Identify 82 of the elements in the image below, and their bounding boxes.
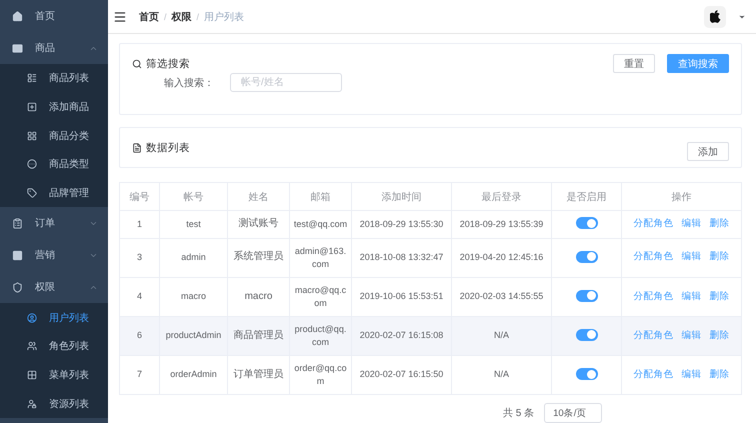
grid-icon bbox=[27, 130, 37, 141]
breadcrumb-separator: / bbox=[164, 12, 167, 22]
sidebar-subitem[interactable]: 添加商品 bbox=[0, 92, 108, 122]
table-cell: 订单管理员 bbox=[228, 355, 290, 394]
table-cell: test@qq.com bbox=[290, 210, 352, 238]
add-button[interactable]: 添加 bbox=[687, 142, 729, 162]
column-header: 编号 bbox=[120, 182, 160, 211]
table-cell: admin bbox=[160, 238, 228, 278]
table-cell: test bbox=[160, 210, 228, 238]
sidebar-item[interactable]: 营销 bbox=[0, 239, 108, 272]
table-cell: 系统管理员 bbox=[228, 238, 290, 278]
field-label: 输入搜索： bbox=[164, 76, 214, 90]
clipboard-icon bbox=[12, 218, 23, 229]
sidebar-subitem[interactable]: 品牌管理 bbox=[0, 178, 108, 208]
enable-switch[interactable] bbox=[576, 328, 598, 341]
table-cell: N/A bbox=[452, 355, 552, 394]
card-title: 筛选搜索 bbox=[146, 56, 190, 71]
enable-switch[interactable] bbox=[576, 250, 598, 263]
sidebar-item[interactable]: 商品 bbox=[0, 32, 108, 64]
breadcrumb-separator: / bbox=[196, 12, 200, 22]
table-cell: 商品管理员 bbox=[228, 316, 290, 356]
page-size-select[interactable]: 10条/页 bbox=[544, 403, 602, 423]
sidebar-subitem[interactable]: 角色列表 bbox=[0, 332, 108, 361]
list-icon bbox=[27, 73, 37, 84]
table-cell: orderAdmin bbox=[160, 355, 228, 394]
table-cell: productAdmin bbox=[160, 316, 228, 356]
home-icon bbox=[12, 10, 23, 22]
table-cell: 2020-02-03 14:55:55 bbox=[452, 277, 552, 316]
breadcrumb-item[interactable]: 首页 bbox=[139, 10, 159, 24]
apple-icon bbox=[710, 10, 720, 24]
table-cell: admin@163.com bbox=[290, 238, 352, 278]
table-cell: macro@qq.com bbox=[290, 277, 352, 316]
menu-icon[interactable] bbox=[113, 10, 127, 24]
table-cell: 2018-09-29 13:55:39 bbox=[452, 210, 552, 238]
table-cell: 3 bbox=[120, 238, 160, 278]
sidebar-subitem[interactable]: 商品分类 bbox=[0, 121, 108, 150]
table-cell: 1 bbox=[120, 210, 160, 238]
grid-icon bbox=[27, 370, 37, 380]
table-cell: macro bbox=[160, 277, 228, 316]
breadcrumb-item: 用户列表 bbox=[204, 10, 244, 24]
table-cell: 7 bbox=[120, 355, 160, 394]
sidebar-item[interactable]: 订单 bbox=[0, 207, 108, 240]
shield-icon bbox=[12, 282, 23, 293]
plus-square-icon bbox=[27, 102, 37, 112]
search-icon bbox=[132, 58, 142, 69]
table-cell: 2018-10-08 13:32:47 bbox=[352, 238, 452, 278]
sidebar-subitem[interactable]: 资源列表 bbox=[0, 390, 108, 418]
enable-switch[interactable] bbox=[576, 290, 598, 302]
square-icon bbox=[12, 250, 23, 261]
table-cell: order@qq.com bbox=[290, 355, 352, 394]
total-count: 共 5 条 bbox=[503, 406, 534, 420]
sidebar-subitem[interactable]: 菜单列表 bbox=[0, 360, 108, 390]
table-cell: macro bbox=[228, 277, 290, 316]
reset-button[interactable]: 重置 bbox=[613, 54, 655, 74]
tag-icon bbox=[27, 188, 37, 198]
circle-icon bbox=[27, 159, 37, 170]
table-cell: 测试账号 bbox=[228, 210, 290, 238]
card-title: 数据列表 bbox=[146, 140, 190, 155]
users-icon bbox=[27, 341, 37, 352]
avatar[interactable] bbox=[704, 6, 726, 28]
sidebar-item[interactable]: 权限 bbox=[0, 271, 108, 304]
sidebar-subitem[interactable]: 商品类型 bbox=[0, 150, 108, 179]
document-icon bbox=[132, 142, 142, 153]
user-lock-icon bbox=[27, 398, 37, 409]
table-cell: 2020-02-07 16:15:08 bbox=[352, 316, 452, 356]
column-header: 操作 bbox=[622, 182, 742, 211]
breadcrumb-item[interactable]: 权限 bbox=[172, 10, 192, 24]
user-icon bbox=[27, 312, 37, 323]
enable-switch[interactable] bbox=[576, 368, 598, 380]
table-cell: 6 bbox=[120, 316, 160, 356]
table-cell: 2018-09-29 13:55:30 bbox=[352, 210, 452, 238]
sidebar-item[interactable]: 首页 bbox=[0, 0, 108, 32]
table-cell: 2020-02-07 16:15:50 bbox=[352, 355, 452, 394]
enable-switch[interactable] bbox=[576, 217, 598, 230]
table-cell: 2019-04-20 12:45:16 bbox=[452, 238, 552, 278]
sidebar-subitem[interactable]: 商品列表 bbox=[0, 64, 108, 93]
table-cell: 2019-10-06 15:53:51 bbox=[352, 277, 452, 316]
table-cell: 4 bbox=[120, 277, 160, 316]
search-field[interactable]: 帐号/姓名 bbox=[230, 73, 342, 92]
sidebar-subitem[interactable]: 用户列表 bbox=[0, 303, 108, 332]
table-cell: N/A bbox=[452, 316, 552, 356]
table-cell: product@qq.com bbox=[290, 316, 352, 356]
